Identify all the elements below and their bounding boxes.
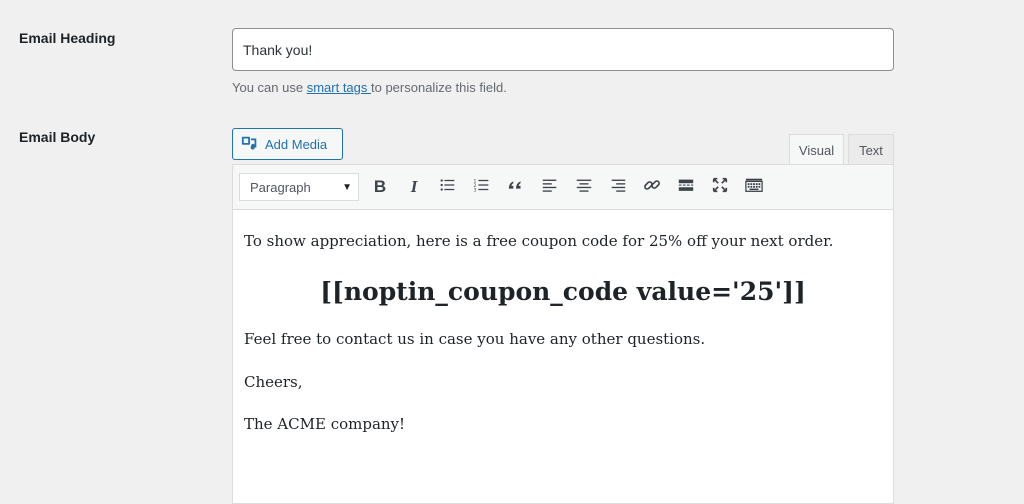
editor-content[interactable]: To show appreciation, here is a free cou… bbox=[233, 210, 893, 476]
align-right-button[interactable] bbox=[601, 172, 635, 202]
align-center-icon bbox=[575, 176, 593, 199]
align-right-icon bbox=[609, 176, 627, 199]
bulleted-list-button[interactable] bbox=[431, 172, 465, 202]
bulleted-list-icon bbox=[439, 176, 457, 199]
tab-text[interactable]: Text bbox=[848, 134, 894, 165]
coupon-code: [[noptin_coupon_code value='25']] bbox=[320, 276, 806, 306]
fullscreen-icon bbox=[711, 176, 729, 199]
editor: Paragraph ▼ B I 123 To show appreciation… bbox=[232, 164, 894, 504]
insert-link-button[interactable] bbox=[635, 172, 669, 202]
italic-button[interactable]: I bbox=[397, 172, 431, 202]
smart-tags-link[interactable]: smart tags bbox=[307, 80, 371, 95]
numbered-list-icon: 123 bbox=[473, 176, 491, 199]
format-select[interactable]: Paragraph ▼ bbox=[239, 173, 359, 201]
toolbar-toggle-button[interactable] bbox=[737, 172, 771, 202]
editor-toolbar: Paragraph ▼ B I 123 bbox=[233, 165, 893, 210]
add-media-button[interactable]: Add Media bbox=[232, 128, 343, 160]
add-media-label: Add Media bbox=[265, 136, 328, 152]
align-left-icon bbox=[541, 176, 559, 199]
read-more-button[interactable] bbox=[669, 172, 703, 202]
email-heading-label: Email Heading bbox=[19, 30, 116, 46]
help-text-prefix: You can use bbox=[232, 80, 307, 95]
body-paragraph: Feel free to contact us in case you have… bbox=[244, 330, 706, 348]
help-text: You can use smart tags to personalize th… bbox=[232, 80, 507, 95]
email-body-label: Email Body bbox=[19, 129, 96, 145]
quote-icon bbox=[507, 176, 525, 199]
svg-text:3: 3 bbox=[473, 187, 476, 193]
body-paragraph: To show appreciation, here is a free cou… bbox=[244, 232, 834, 250]
blockquote-button[interactable] bbox=[499, 172, 533, 202]
media-icon bbox=[241, 134, 259, 155]
bold-button[interactable]: B bbox=[363, 172, 397, 202]
fullscreen-button[interactable] bbox=[703, 172, 737, 202]
format-select-value: Paragraph bbox=[250, 179, 311, 195]
chevron-down-icon: ▼ bbox=[342, 181, 352, 193]
help-text-suffix: to personalize this field. bbox=[371, 80, 507, 95]
body-paragraph: Cheers, bbox=[244, 372, 303, 391]
numbered-list-button[interactable]: 123 bbox=[465, 172, 499, 202]
link-icon bbox=[643, 176, 661, 199]
body-paragraph: The ACME company! bbox=[244, 415, 406, 433]
align-center-button[interactable] bbox=[567, 172, 601, 202]
tab-visual[interactable]: Visual bbox=[789, 134, 844, 165]
email-heading-input[interactable] bbox=[232, 28, 894, 71]
read-more-icon bbox=[677, 176, 695, 199]
align-left-button[interactable] bbox=[533, 172, 567, 202]
keyboard-icon bbox=[745, 176, 763, 199]
